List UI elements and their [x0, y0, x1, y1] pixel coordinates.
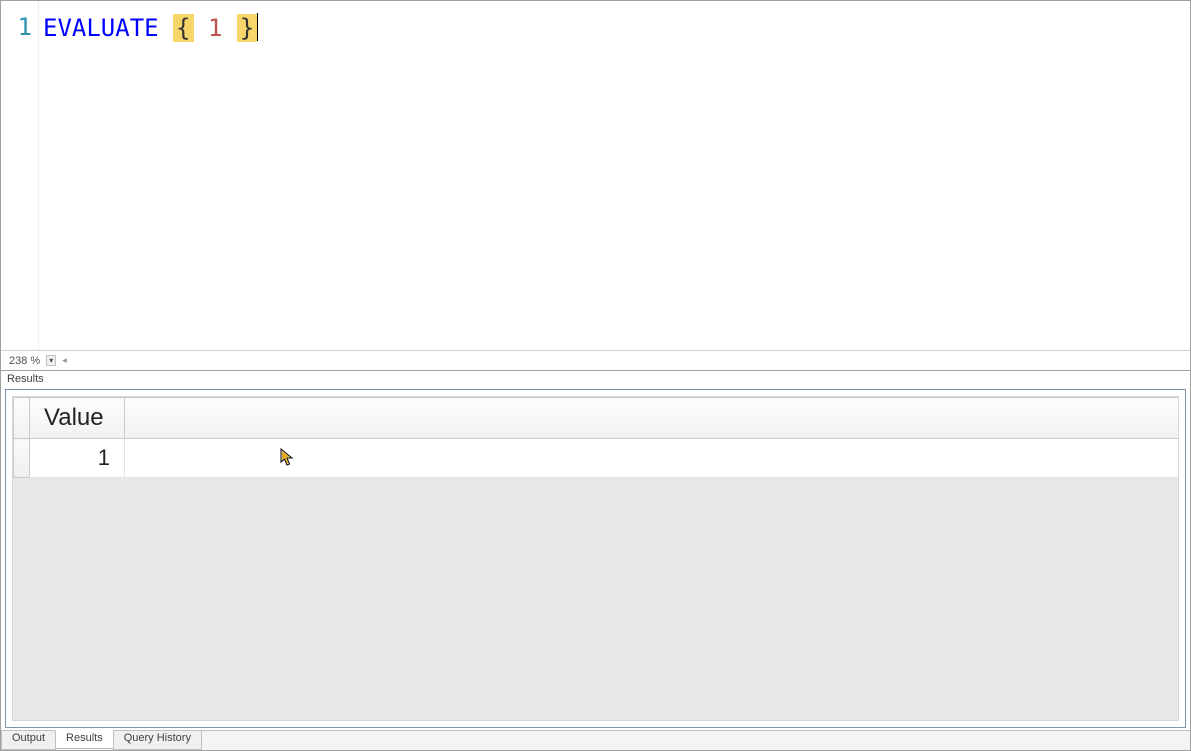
- zoom-status-bar: 238 % ▾ ◂: [1, 350, 1190, 370]
- code-text-area[interactable]: EVALUATE { 1 }: [39, 1, 1190, 350]
- editor-pane: 1 EVALUATE { 1 } 238 % ▾ ◂: [1, 1, 1190, 371]
- tab-results[interactable]: Results: [55, 730, 114, 749]
- line-number: 1: [18, 13, 32, 41]
- tab-output[interactable]: Output: [1, 731, 56, 750]
- token-keyword: EVALUATE: [43, 14, 159, 42]
- results-grid[interactable]: Value 1: [13, 397, 1178, 478]
- row-selector-header[interactable]: [14, 398, 30, 439]
- bottom-tab-strip: Output Results Query History: [1, 730, 1190, 750]
- text-caret: [257, 13, 258, 41]
- cell-value[interactable]: 1: [30, 439, 125, 478]
- tab-query-history[interactable]: Query History: [113, 731, 202, 750]
- column-header-empty: [125, 398, 1179, 439]
- code-editor[interactable]: 1 EVALUATE { 1 }: [1, 1, 1190, 350]
- zoom-level[interactable]: 238 %: [9, 355, 40, 367]
- scroll-left-icon[interactable]: ◂: [62, 355, 67, 366]
- line-number-gutter: 1: [1, 1, 39, 350]
- grid-empty-area: [13, 478, 1178, 720]
- results-pane: Value 1: [5, 389, 1186, 728]
- chevron-down-icon[interactable]: ▾: [46, 355, 56, 366]
- token-brace-open: {: [173, 14, 193, 42]
- results-panel-label: Results: [1, 371, 1190, 387]
- token-brace-close: }: [237, 14, 257, 42]
- token-number: 1: [208, 14, 222, 42]
- row-selector[interactable]: [14, 439, 30, 478]
- column-header-value[interactable]: Value: [30, 398, 125, 439]
- cell-empty: [125, 439, 1179, 478]
- table-row[interactable]: 1: [14, 439, 1179, 478]
